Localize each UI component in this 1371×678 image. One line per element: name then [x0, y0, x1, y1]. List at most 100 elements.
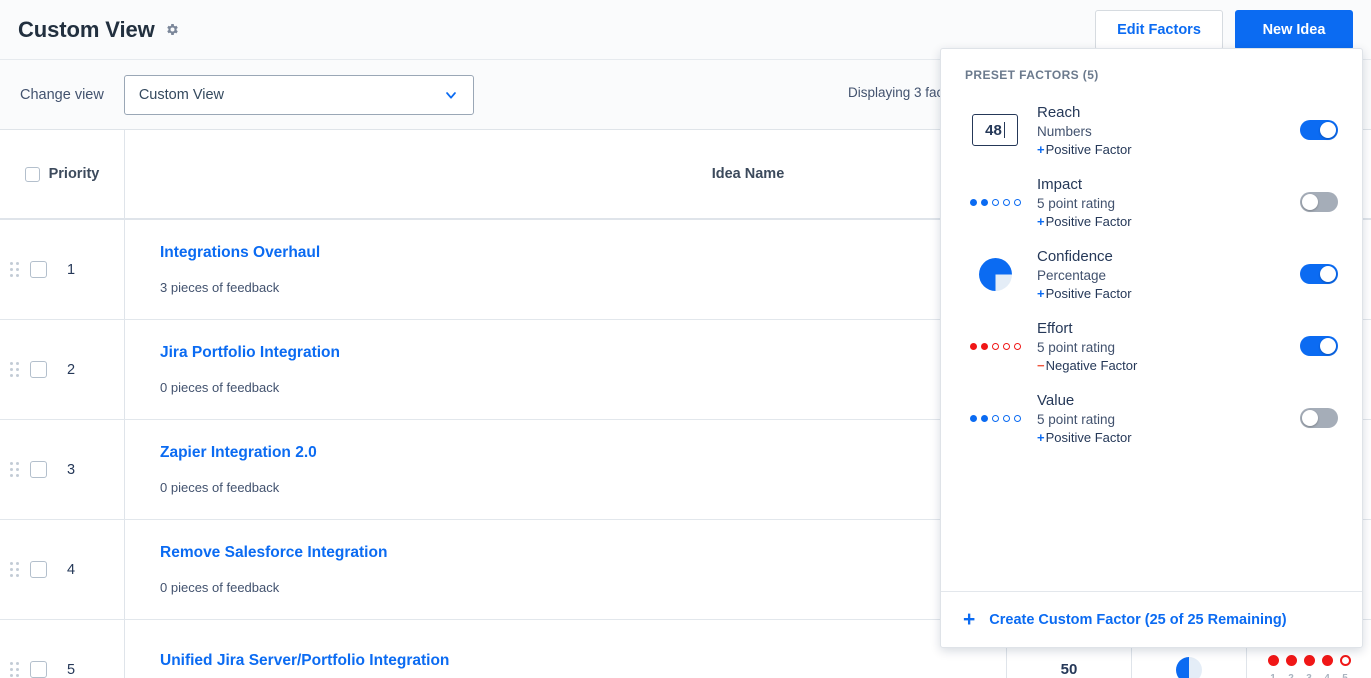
new-idea-button[interactable]: New Idea: [1235, 9, 1353, 50]
toggle-knob: [1320, 122, 1336, 138]
preset-factors-title: PRESET FACTORS (5): [965, 68, 1099, 82]
edit-factors-button[interactable]: Edit Factors: [1095, 9, 1223, 50]
effort-rating-dots: [969, 342, 1021, 350]
factor-name: Confidence: [1037, 247, 1113, 265]
rating-dot: [991, 342, 999, 350]
polarity-sign: −: [1037, 357, 1045, 373]
row-checkbox[interactable]: [30, 461, 47, 478]
page-title: Custom View: [18, 16, 155, 42]
row-priority-cell: 1: [0, 220, 125, 319]
factor-toggle-effort[interactable]: [1300, 336, 1338, 356]
scale-label: 1: [1268, 673, 1279, 678]
chevron-down-icon: [443, 87, 459, 103]
factor-text-reach: Reach Numbers +Positive Factor: [1031, 104, 1300, 157]
column-header-priority-label: Priority: [48, 166, 100, 182]
preset-factors-panel: PRESET FACTORS (5) 48 Reach Numbers +Pos…: [940, 48, 1363, 648]
factor-name: Impact: [1037, 175, 1083, 193]
gear-icon[interactable]: [165, 22, 180, 37]
rating-dot: [969, 198, 977, 206]
column-header-idea-name-label: Idea Name: [711, 166, 785, 182]
row-rank: 5: [67, 661, 76, 678]
row-priority-cell: 3: [0, 420, 125, 519]
view-select[interactable]: Custom View: [123, 74, 474, 115]
factor-toggle-value[interactable]: [1300, 408, 1338, 428]
scale-label: 3: [1304, 673, 1315, 678]
row-checkbox[interactable]: [30, 361, 47, 378]
scale-label: 2: [1286, 673, 1297, 678]
factor-toggle-impact[interactable]: [1300, 192, 1338, 212]
row-priority-cell: 4: [0, 520, 125, 619]
factor-text-impact: Impact 5 point rating +Positive Factor: [1031, 176, 1300, 229]
polarity-label: Positive Factor: [1045, 141, 1132, 157]
factor-visual-value: [959, 414, 1031, 422]
value-rating-dots: [969, 414, 1021, 422]
text-caret: [1003, 122, 1005, 138]
row-rank: 2: [67, 361, 76, 378]
toggle-knob: [1302, 194, 1318, 210]
drag-handle-icon[interactable]: [10, 662, 19, 677]
factor-text-value: Value 5 point rating +Positive Factor: [1031, 392, 1300, 445]
row-priority-cell: 2: [0, 320, 125, 419]
factor-polarity: +Positive Factor: [1037, 286, 1300, 301]
scale-label: 4: [1322, 673, 1333, 678]
effort-scale-labels: 1 2 3 4 5: [1268, 673, 1351, 678]
rating-dot[interactable]: [1321, 655, 1333, 666]
factor-row-reach[interactable]: 48 Reach Numbers +Positive Factor: [941, 94, 1362, 166]
row-rank: 4: [67, 561, 76, 578]
scale-label: 5: [1340, 673, 1351, 678]
factor-row-effort[interactable]: Effort 5 point rating −Negative Factor: [941, 310, 1362, 382]
impact-rating-dots: [969, 198, 1021, 206]
factor-polarity: +Positive Factor: [1037, 142, 1300, 157]
rating-dot: [1013, 414, 1021, 422]
select-all-checkbox[interactable]: [24, 166, 40, 182]
factor-toggle-confidence[interactable]: [1300, 264, 1338, 284]
rating-dot: [1002, 414, 1010, 422]
row-idea-cell: Unified Jira Server/Portfolio Integratio…: [125, 620, 1006, 678]
factor-visual-effort: [959, 342, 1031, 350]
column-header-priority: Priority: [0, 130, 125, 218]
factor-polarity: +Positive Factor: [1037, 430, 1300, 445]
rating-dot[interactable]: [1267, 655, 1279, 666]
rating-dot[interactable]: [1303, 655, 1315, 666]
polarity-label: Positive Factor: [1045, 429, 1132, 445]
row-checkbox[interactable]: [30, 261, 47, 278]
polarity-sign: +: [1037, 429, 1045, 445]
row-checkbox[interactable]: [30, 661, 47, 678]
rating-dot[interactable]: [1339, 655, 1351, 666]
factor-row-impact[interactable]: Impact 5 point rating +Positive Factor: [941, 166, 1362, 238]
effort-dots[interactable]: [1267, 655, 1351, 666]
rating-dot[interactable]: [1285, 655, 1297, 666]
reach-number-input[interactable]: 48: [972, 114, 1018, 146]
rating-dot: [980, 414, 988, 422]
factor-row-confidence[interactable]: Confidence Percentage +Positive Factor: [941, 238, 1362, 310]
factor-name: Reach: [1037, 103, 1081, 121]
rating-dot: [1002, 198, 1010, 206]
drag-handle-icon[interactable]: [10, 462, 19, 477]
reach-input-value: 48: [985, 121, 1002, 139]
factor-text-confidence: Confidence Percentage +Positive Factor: [1031, 248, 1300, 301]
factor-visual-confidence: [959, 257, 1031, 291]
create-custom-factor-label: Create Custom Factor (25 of 25 Remaining…: [989, 611, 1287, 628]
factor-visual-impact: [959, 198, 1031, 206]
factor-name: Value: [1037, 391, 1075, 409]
idea-title-link[interactable]: Unified Jira Server/Portfolio Integratio…: [160, 652, 986, 670]
factor-polarity: +Positive Factor: [1037, 214, 1300, 229]
effort-rating-control[interactable]: 1 2 3 4 5: [1267, 655, 1351, 678]
factor-toggle-reach[interactable]: [1300, 120, 1338, 140]
create-custom-factor-button[interactable]: + Create Custom Factor (25 of 25 Remaini…: [941, 591, 1362, 647]
view-select-value: Custom View: [138, 86, 224, 103]
factor-visual-reach: 48: [959, 114, 1031, 146]
drag-handle-icon[interactable]: [10, 562, 19, 577]
app-root: Custom View Edit Factors New Idea Change…: [0, 0, 1371, 678]
factor-type: 5 point rating: [1037, 195, 1116, 211]
factor-type: Numbers: [1037, 123, 1092, 139]
drag-handle-icon[interactable]: [10, 262, 19, 277]
polarity-label: Positive Factor: [1045, 285, 1132, 301]
row-checkbox[interactable]: [30, 561, 47, 578]
drag-handle-icon[interactable]: [10, 362, 19, 377]
polarity-sign: +: [1037, 285, 1045, 301]
plus-icon: +: [963, 608, 976, 631]
rating-dot: [980, 198, 988, 206]
factor-row-value[interactable]: Value 5 point rating +Positive Factor: [941, 382, 1362, 454]
rating-dot: [991, 414, 999, 422]
